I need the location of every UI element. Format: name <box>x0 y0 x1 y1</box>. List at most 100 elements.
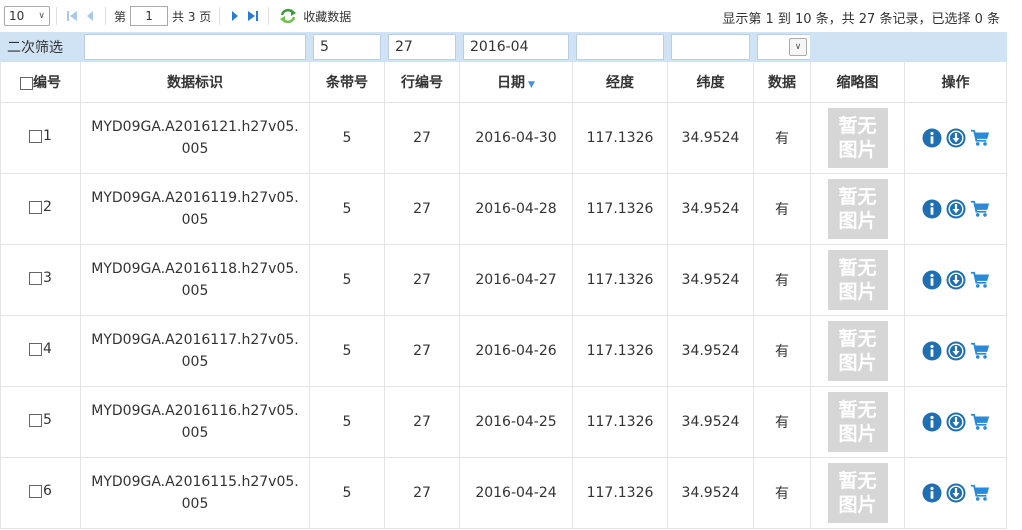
info-icon[interactable] <box>922 483 942 503</box>
prev-page-icon[interactable] <box>81 7 99 25</box>
row-cell: 27 <box>384 315 460 387</box>
row-checkbox[interactable] <box>29 414 43 427</box>
latitude-cell: 34.9524 <box>667 102 754 174</box>
info-icon[interactable] <box>922 128 942 148</box>
download-icon[interactable] <box>946 270 966 290</box>
actions-cell <box>904 244 1007 316</box>
filter-longitude-input[interactable] <box>576 34 664 60</box>
header-date[interactable]: 日期 ▼ <box>459 61 573 103</box>
date-cell: 2016-04-27 <box>459 244 573 316</box>
thumbnail-placeholder-line1: 暂无 <box>838 399 877 421</box>
download-icon[interactable] <box>946 412 966 432</box>
cart-icon[interactable] <box>970 483 990 503</box>
row-checkbox[interactable] <box>29 130 43 143</box>
filter-path-input[interactable]: 5 <box>313 34 381 60</box>
header-row[interactable]: 行编号 <box>384 61 460 103</box>
filter-empty-cell <box>904 32 1007 62</box>
filter-latitude-input[interactable] <box>671 34 750 60</box>
table-row: 5 MYD09GA.A2016116.h27v05.005 5 27 2016-… <box>0 386 1007 458</box>
current-page-input[interactable]: 1 <box>130 6 169 26</box>
thumbnail-placeholder-line2: 图片 <box>838 494 877 516</box>
thumbnail-cell: 暂无 图片 <box>810 102 905 174</box>
path-cell: 5 <box>309 173 385 245</box>
download-icon[interactable] <box>946 128 966 148</box>
row-cell: 27 <box>384 386 460 458</box>
latitude-cell: 34.9524 <box>667 386 754 458</box>
header-longitude[interactable]: 经度 <box>572 61 668 103</box>
thumbnail-cell: 暂无 图片 <box>810 244 905 316</box>
info-icon[interactable] <box>922 270 942 290</box>
thumbnail-cell: 暂无 图片 <box>810 386 905 458</box>
refresh-icon[interactable] <box>279 7 297 25</box>
info-icon[interactable] <box>922 412 942 432</box>
page-size-value: 10 <box>9 9 25 23</box>
dataset-id: MYD09GA.A2016121.h27v05.005 <box>91 119 299 157</box>
filter-data-select[interactable]: ∨ <box>757 34 811 60</box>
header-path[interactable]: 条带号 <box>309 61 385 103</box>
page-prefix-label: 第 <box>114 9 127 24</box>
download-icon[interactable] <box>946 341 966 361</box>
row-number: 4 <box>43 341 52 357</box>
longitude-cell: 117.1326 <box>572 315 668 387</box>
favorites-button[interactable]: 收藏数据 <box>303 8 351 25</box>
row-number: 5 <box>43 412 52 428</box>
filter-label: 二次筛选 <box>0 32 81 62</box>
filter-date-input[interactable]: 2016-04 <box>463 34 569 60</box>
total-pages-label: 共 3 页 <box>172 9 212 24</box>
actions-cell <box>904 173 1007 245</box>
row-checkbox[interactable] <box>29 272 43 285</box>
table-header-row: 编号 数据标识 条带号 行编号 日期 ▼ 经度 纬度 数据 缩略图 操作 <box>0 61 1007 103</box>
dataset-id: MYD09GA.A2016119.h27v05.005 <box>91 190 299 228</box>
thumbnail-placeholder: 暂无 图片 <box>827 179 888 239</box>
table-row: 1 MYD09GA.A2016121.h27v05.005 5 27 2016-… <box>0 102 1007 174</box>
info-icon[interactable] <box>922 341 942 361</box>
longitude-cell: 117.1326 <box>572 173 668 245</box>
header-thumbnail: 缩略图 <box>810 61 905 103</box>
header-dataset-id[interactable]: 数据标识 <box>80 61 310 103</box>
date-cell: 2016-04-28 <box>459 173 573 245</box>
last-page-icon[interactable] <box>244 7 262 25</box>
data-cell: 有 <box>753 457 811 529</box>
cart-icon[interactable] <box>970 270 990 290</box>
table-row: 3 MYD09GA.A2016118.h27v05.005 5 27 2016-… <box>0 244 1007 316</box>
cart-icon[interactable] <box>970 341 990 361</box>
filter-dataset-id-input[interactable] <box>84 34 306 60</box>
header-latitude[interactable]: 纬度 <box>667 61 754 103</box>
cart-icon[interactable] <box>970 199 990 219</box>
thumbnail-placeholder: 暂无 图片 <box>827 108 888 168</box>
chevron-down-icon: ∨ <box>789 38 807 56</box>
thumbnail-placeholder-line1: 暂无 <box>838 186 877 208</box>
first-page-icon[interactable] <box>63 7 81 25</box>
download-icon[interactable] <box>946 483 966 503</box>
next-page-icon[interactable] <box>226 7 244 25</box>
actions-cell <box>904 457 1007 529</box>
info-icon[interactable] <box>922 199 942 219</box>
header-date-label: 日期 <box>497 75 526 91</box>
table-row: 2 MYD09GA.A2016119.h27v05.005 5 27 2016-… <box>0 173 1007 245</box>
select-all-checkbox[interactable] <box>20 76 33 90</box>
download-icon[interactable] <box>946 199 966 219</box>
row-checkbox[interactable] <box>29 485 43 498</box>
cart-icon[interactable] <box>970 128 990 148</box>
pagination-toolbar: 10 ∨ 第 1 共 3 页 收藏数据 显示第 1 到 10 条，共 27 条记… <box>0 0 1022 32</box>
toolbar-divider <box>219 7 221 25</box>
header-data[interactable]: 数据 <box>753 61 811 103</box>
filter-row: 二次筛选 5 27 2016-04 ∨ <box>0 32 1007 62</box>
row-checkbox[interactable] <box>29 201 43 214</box>
dataset-id: MYD09GA.A2016115.h27v05.005 <box>91 474 299 512</box>
data-cell: 有 <box>753 244 811 316</box>
date-cell: 2016-04-24 <box>459 457 573 529</box>
page-size-select[interactable]: 10 ∨ <box>4 6 50 26</box>
filter-empty-cell <box>810 32 905 62</box>
thumbnail-cell: 暂无 图片 <box>810 173 905 245</box>
chevron-down-icon: ∨ <box>38 11 45 21</box>
toolbar-divider <box>268 7 270 25</box>
row-number-cell: 5 <box>0 386 81 458</box>
thumbnail-placeholder-line2: 图片 <box>838 352 877 374</box>
dataset-id: MYD09GA.A2016116.h27v05.005 <box>91 403 299 441</box>
row-checkbox[interactable] <box>29 343 43 356</box>
header-number-label: 编号 <box>33 75 61 91</box>
filter-row-input[interactable]: 27 <box>388 34 456 60</box>
cart-icon[interactable] <box>970 412 990 432</box>
thumbnail-placeholder: 暂无 图片 <box>827 321 888 381</box>
